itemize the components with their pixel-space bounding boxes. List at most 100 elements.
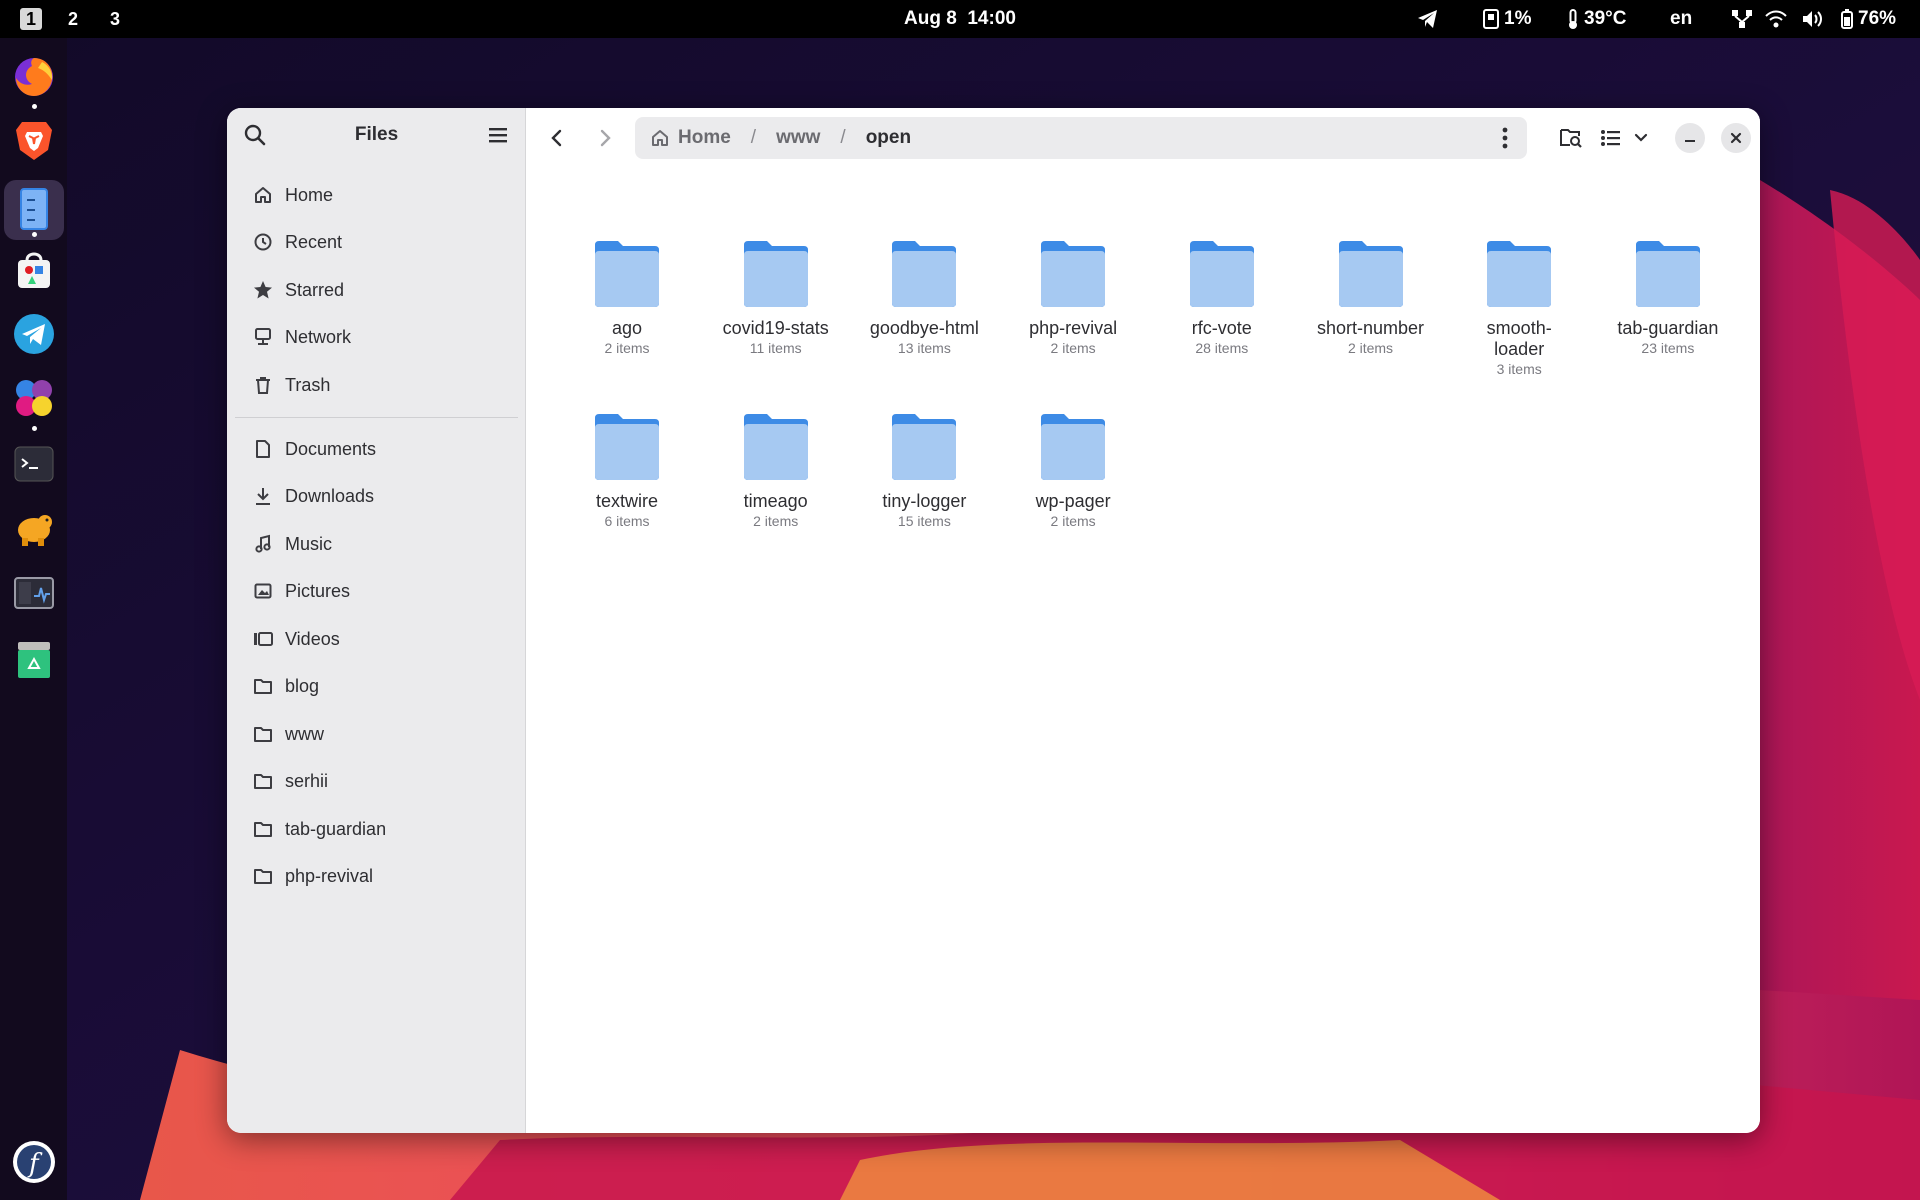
folder-icon (251, 769, 275, 793)
sidebar: Files Home Recent Starred Network Trash (227, 108, 526, 1133)
hamburger-menu-icon[interactable] (486, 123, 510, 147)
sidebar-item-label: Pictures (285, 580, 351, 601)
network-tray-icon[interactable] (1730, 6, 1754, 32)
breadcrumb-www[interactable]: www (776, 127, 820, 149)
view-options-button[interactable] (1625, 122, 1657, 154)
list-view-icon (1601, 130, 1620, 146)
sidebar-item-label: tab-guardian (285, 818, 387, 839)
fedora-logo[interactable]: f (12, 1140, 56, 1184)
sidebar-item-tab-guardian[interactable]: tab-guardian (235, 809, 518, 849)
folder-item[interactable]: wp-pager 2 items (999, 410, 1147, 530)
files-icon[interactable] (4, 180, 64, 240)
folder-item[interactable]: tab-guardian 23 items (1594, 237, 1742, 357)
folder-item[interactable]: ago 2 items (553, 237, 701, 357)
firefox-icon[interactable] (12, 54, 56, 98)
temperature-indicator[interactable]: 39°C (1566, 6, 1626, 32)
language-indicator[interactable]: en (1670, 6, 1692, 32)
network-icon (251, 325, 275, 349)
sidebar-item-downloads[interactable]: Downloads (235, 476, 518, 516)
close-button[interactable] (1721, 123, 1751, 153)
sidebar-item-documents[interactable]: Documents (235, 429, 518, 469)
folder-icon (1635, 241, 1700, 307)
terminal-icon[interactable] (12, 442, 56, 486)
search-in-folder-button[interactable] (1555, 122, 1587, 154)
folder-item[interactable]: short-number 2 items (1297, 237, 1445, 357)
telegram-tray-icon[interactable] (1416, 6, 1440, 32)
minimize-button[interactable] (1675, 123, 1705, 153)
system-monitor-icon[interactable] (12, 572, 56, 616)
breadcrumb-separator: / (750, 127, 757, 148)
folder-icon (251, 864, 275, 888)
dock: f (0, 38, 67, 1200)
header-bar: Home / www / open (527, 108, 1760, 168)
volume-icon[interactable] (1800, 6, 1824, 32)
folder-item-count: 2 items (1347, 340, 1394, 356)
sidebar-item-label: Starred (285, 279, 345, 300)
sidebar-item-label: Downloads (285, 485, 375, 506)
clock-date[interactable]: Aug 8 (904, 8, 957, 29)
cpu-indicator[interactable]: 1% (1482, 6, 1531, 32)
folder-name: php-revival (1029, 318, 1118, 338)
cpu-value: 1% (1504, 8, 1532, 29)
dbeaver-icon[interactable] (12, 506, 56, 550)
sidebar-item-label: Documents (285, 438, 377, 459)
sidebar-item-serhii[interactable]: serhii (235, 761, 518, 801)
thermometer-icon (1569, 9, 1577, 29)
workspace-1[interactable]: 1 (20, 8, 43, 30)
folder-item-count: 28 items (1195, 340, 1249, 356)
home-icon (650, 128, 670, 148)
software-icon[interactable] (12, 248, 56, 292)
kebab-menu-icon[interactable] (1493, 126, 1517, 150)
back-button[interactable] (541, 122, 573, 154)
telegram-icon[interactable] (12, 312, 56, 356)
folder-item-count: 3 items (1496, 361, 1542, 377)
sidebar-item-videos[interactable]: Videos (235, 619, 518, 659)
folder-item-count: 2 items (1050, 340, 1096, 356)
sidebar-item-www[interactable]: www (235, 714, 518, 754)
forward-button[interactable] (589, 122, 621, 154)
sidebar-item-php-revival[interactable]: php-revival (235, 856, 518, 896)
folder-icon (892, 414, 957, 480)
file-grid: ago 2 items covid19-stats 11 items goodbye-h… (527, 168, 1760, 1133)
folder-item[interactable]: timeago 2 items (702, 410, 850, 530)
folder-item-count: 6 items (604, 513, 650, 529)
folder-name: tab-guardian (1617, 318, 1719, 338)
brave-icon[interactable] (12, 118, 56, 162)
breadcrumb-open[interactable]: open (866, 127, 911, 149)
folder-name: smooth-loader (1486, 318, 1552, 359)
folder-item[interactable]: goodbye-html 13 items (850, 237, 998, 357)
sidebar-item-music[interactable]: Music (235, 524, 518, 564)
folder-item-count: 2 items (604, 340, 650, 356)
running-indicator-dot (32, 232, 37, 237)
trash-app-icon[interactable] (12, 638, 56, 682)
workspace-3[interactable]: 3 (104, 8, 126, 30)
sidebar-item-network[interactable]: Network (235, 317, 518, 357)
list-view-button[interactable] (1595, 122, 1627, 154)
folder-name: rfc-vote (1191, 318, 1252, 338)
folder-item[interactable]: smooth-loader 3 items (1445, 237, 1593, 378)
battery-indicator[interactable]: 76% (1840, 6, 1896, 32)
sidebar-item-pictures[interactable]: Pictures (235, 571, 518, 611)
clock-time[interactable]: 14:00 (967, 8, 1016, 29)
sidebar-item-starred[interactable]: Starred (235, 270, 518, 310)
folder-name: textwire (595, 491, 658, 511)
folder-item[interactable]: tiny-logger 15 items (850, 410, 998, 530)
sidebar-item-home[interactable]: Home (235, 175, 518, 215)
folder-name: wp-pager (1035, 491, 1111, 511)
sidebar-item-trash[interactable]: Trash (235, 365, 518, 405)
slack-icon[interactable] (12, 376, 56, 420)
path-bar[interactable]: Home / www / open (635, 117, 1527, 159)
folder-item[interactable]: textwire 6 items (553, 410, 701, 530)
workspace-2[interactable]: 2 (62, 8, 84, 30)
folder-item-count: 23 items (1641, 340, 1695, 356)
sidebar-item-blog[interactable]: blog (235, 666, 518, 706)
sidebar-item-recent[interactable]: Recent (235, 222, 518, 262)
breadcrumb-separator: / (840, 127, 846, 148)
folder-item[interactable]: covid19-stats 11 items (702, 237, 850, 357)
video-icon (251, 627, 275, 651)
wifi-icon[interactable] (1764, 6, 1788, 32)
clock[interactable]: Aug 8 14:00 (0, 8, 1920, 30)
breadcrumb-home[interactable]: Home (678, 127, 731, 149)
folder-item[interactable]: php-revival 2 items (999, 237, 1147, 357)
folder-item[interactable]: rfc-vote 28 items (1148, 237, 1296, 357)
